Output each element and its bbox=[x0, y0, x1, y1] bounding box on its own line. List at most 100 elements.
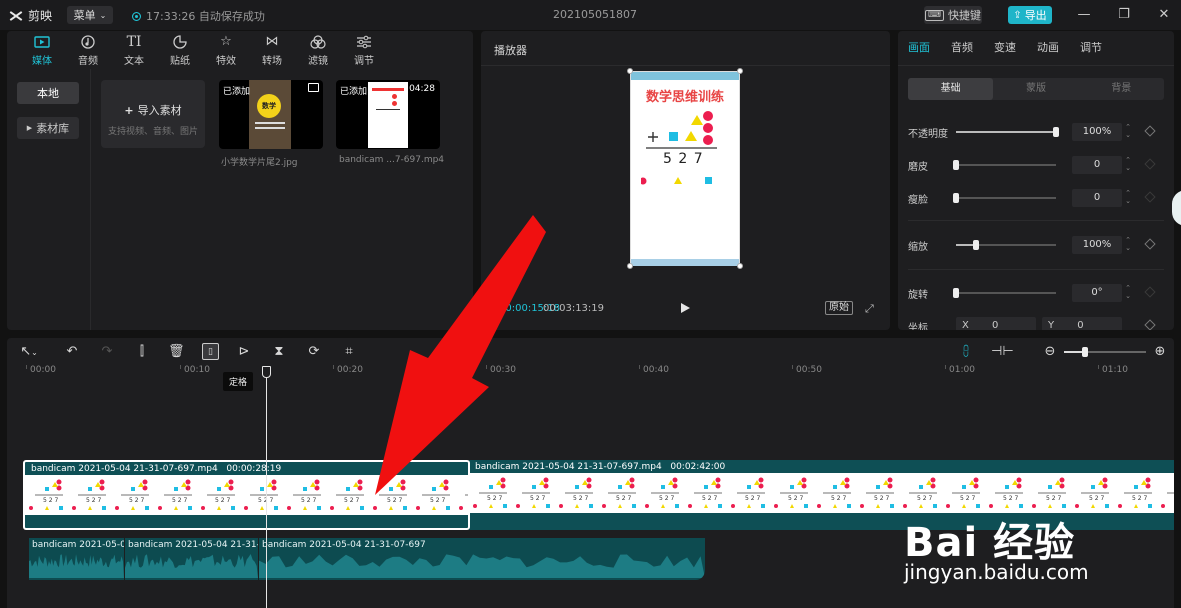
filmstrip-frame: 5 2 7 bbox=[115, 479, 149, 510]
tab-text[interactable]: TI 文本 bbox=[111, 31, 157, 69]
delete-icon[interactable]: 🗑︎ bbox=[168, 343, 185, 360]
scale-stepper[interactable]: ⌃ ⌄ bbox=[1123, 236, 1133, 254]
opacity-input[interactable]: 100% bbox=[1072, 123, 1122, 141]
slider-handle[interactable] bbox=[973, 240, 979, 250]
smooth-skin-row: 磨皮 0 ⌃ ⌄ bbox=[908, 155, 1164, 175]
slider-handle[interactable] bbox=[1053, 127, 1059, 137]
crop-icon[interactable]: ⌗ bbox=[341, 343, 357, 360]
slider-handle[interactable] bbox=[953, 160, 959, 170]
zoom-in-icon[interactable]: ⊕ bbox=[1153, 343, 1167, 360]
fullscreen-icon[interactable]: ⤢ bbox=[865, 302, 877, 315]
aspect-ratio-button[interactable]: 原始 bbox=[825, 301, 853, 315]
position-x-input[interactable]: X 0 bbox=[956, 317, 1036, 330]
tab-audio-props[interactable]: 音频 bbox=[951, 31, 994, 65]
time-ruler[interactable]: 00:00 00:10 00:20 00:30 00:40 00:50 01:0… bbox=[7, 365, 1174, 379]
svg-text:5 2 7: 5 2 7 bbox=[960, 495, 975, 502]
tab-effects[interactable]: ☆ 特效 bbox=[203, 31, 249, 69]
split-icon[interactable]: ⫿ bbox=[134, 343, 150, 360]
rotation-stepper[interactable]: ⌃ ⌄ bbox=[1123, 284, 1133, 302]
tab-speed[interactable]: 变速 bbox=[994, 31, 1037, 65]
keyframe-icon[interactable] bbox=[1144, 125, 1156, 137]
sidebar-item-library[interactable]: ▶ 素材库 bbox=[17, 117, 79, 139]
timeline-toolbar: ↖⌄ ↶ ↷ ⫿ 🗑︎ ▯ ⊳ ⧗ ⟳ ⌗ ⩉ ⊣⊢ ⊖ ⊕ bbox=[7, 338, 1174, 365]
resize-handle[interactable] bbox=[627, 263, 633, 269]
playhead-handle[interactable] bbox=[262, 366, 271, 378]
scale-slider[interactable] bbox=[956, 240, 1056, 250]
mirror-icon[interactable]: ⧗ bbox=[271, 343, 287, 360]
title-bar: 剪映 菜单 ⌄ 17:33:26 自动保存成功 202105051807 ⌨ 快… bbox=[0, 0, 1181, 30]
slim-face-input[interactable]: 0 bbox=[1072, 189, 1122, 207]
tab-picture[interactable]: 画面 bbox=[908, 31, 951, 65]
tab-audio[interactable]: 音频 bbox=[65, 31, 111, 69]
smooth-skin-slider[interactable] bbox=[953, 160, 1056, 170]
segment-background[interactable]: 背景 bbox=[1079, 78, 1164, 100]
slim-face-slider[interactable] bbox=[953, 193, 1056, 203]
reverse-play-icon[interactable]: ⊳ bbox=[236, 343, 252, 360]
undo-icon[interactable]: ↶ bbox=[64, 343, 80, 360]
minimize-icon[interactable]: — bbox=[1075, 6, 1093, 24]
project-title: 202105051807 bbox=[553, 8, 637, 21]
tab-filter[interactable]: 滤镜 bbox=[295, 31, 341, 69]
tab-adjust-props[interactable]: 调节 bbox=[1080, 31, 1123, 65]
freeze-frame-icon[interactable]: ▯ bbox=[202, 343, 219, 360]
shortcut-button[interactable]: ⌨ 快捷键 bbox=[924, 6, 982, 24]
segment-basic[interactable]: 基础 bbox=[908, 78, 994, 100]
rotation-slider[interactable] bbox=[953, 288, 1056, 298]
tab-animation[interactable]: 动画 bbox=[1037, 31, 1080, 65]
resize-handle[interactable] bbox=[737, 68, 743, 74]
audio-clip[interactable]: bandicam 2021-05-04 21-31-0 bbox=[125, 538, 259, 580]
tab-adjust[interactable]: 调节 bbox=[341, 31, 387, 69]
opacity-stepper[interactable]: ⌃ ⌄ bbox=[1123, 123, 1133, 141]
tab-media[interactable]: 媒体 bbox=[19, 31, 65, 69]
play-icon[interactable] bbox=[679, 302, 691, 314]
keyframe-icon[interactable] bbox=[1144, 191, 1156, 203]
import-media-button[interactable]: + 导入素材 支持视频、音频、图片 bbox=[101, 80, 205, 148]
rotation-input[interactable]: 0° bbox=[1072, 284, 1122, 302]
close-icon[interactable]: ✕ bbox=[1155, 6, 1173, 24]
segment-mask[interactable]: 蒙版 bbox=[993, 78, 1078, 100]
link-clips-icon[interactable]: ⊣⊢ bbox=[991, 343, 1014, 360]
position-y-input[interactable]: Y 0 bbox=[1042, 317, 1122, 330]
filmstrip-frame: 5 2 7 bbox=[1118, 477, 1152, 508]
opacity-slider[interactable] bbox=[956, 127, 1059, 137]
scale-input[interactable]: 100% bbox=[1072, 236, 1122, 254]
smooth-skin-stepper[interactable]: ⌃ ⌄ bbox=[1123, 156, 1133, 174]
timeline-zoom-slider[interactable] bbox=[1064, 347, 1146, 357]
keyframe-icon[interactable] bbox=[1144, 238, 1156, 250]
slim-face-stepper[interactable]: ⌃ ⌄ bbox=[1123, 189, 1133, 207]
tab-transition[interactable]: ⋈ 转场 bbox=[249, 31, 295, 69]
slider-handle[interactable] bbox=[953, 193, 959, 203]
smooth-skin-input[interactable]: 0 bbox=[1072, 156, 1122, 174]
media-item-video[interactable]: 已添加 04:28 bbox=[336, 80, 440, 149]
export-button[interactable]: ⇪ 导出 bbox=[1008, 6, 1052, 24]
playhead-line[interactable] bbox=[266, 368, 267, 608]
preview-canvas[interactable]: 数学思维训练 5 2 7 bbox=[630, 71, 740, 266]
zoom-out-icon[interactable]: ⊖ bbox=[1043, 343, 1057, 360]
maximize-icon[interactable]: ❐ bbox=[1115, 6, 1133, 24]
chevron-down-icon: ⌄ bbox=[99, 10, 107, 20]
rotate-icon[interactable]: ⟳ bbox=[306, 343, 322, 360]
audio-clip[interactable]: bandicam 2021-05-04 bbox=[29, 538, 125, 580]
keyframe-icon[interactable] bbox=[1144, 319, 1156, 330]
slider-handle[interactable] bbox=[953, 288, 959, 298]
svg-text:5 2 7: 5 2 7 bbox=[1089, 495, 1104, 502]
redo-icon[interactable]: ↷ bbox=[99, 343, 115, 360]
slider-handle[interactable] bbox=[1082, 347, 1088, 357]
svg-text:5 2 7: 5 2 7 bbox=[573, 495, 588, 502]
keyframe-icon[interactable] bbox=[1144, 286, 1156, 298]
slim-face-row: 瘦脸 0 ⌃ ⌄ bbox=[908, 188, 1164, 208]
tab-sticker[interactable]: 贴纸 bbox=[157, 31, 203, 69]
media-item-image[interactable]: 数学 已添加 bbox=[219, 80, 323, 149]
sidebar-library-label: 素材库 bbox=[36, 122, 70, 135]
menu-button[interactable]: 菜单 ⌄ bbox=[67, 6, 113, 24]
resize-handle[interactable] bbox=[627, 68, 633, 74]
keyframe-icon[interactable] bbox=[1144, 158, 1156, 170]
resize-handle[interactable] bbox=[737, 263, 743, 269]
magnet-snap-icon[interactable]: ⩉ bbox=[957, 343, 975, 360]
audio-clip[interactable]: bandicam 2021-05-04 21-31-07-697 bbox=[259, 538, 706, 580]
video-duration: 04:28 bbox=[409, 84, 435, 94]
capcut-logo-icon bbox=[8, 9, 24, 23]
sidebar-item-local[interactable]: 本地 bbox=[17, 82, 79, 104]
video-clip-selected[interactable]: bandicam 2021-05-04 21-31-07-697.mp4 00:… bbox=[23, 460, 470, 530]
select-tool-button[interactable]: ↖⌄ bbox=[14, 343, 44, 360]
